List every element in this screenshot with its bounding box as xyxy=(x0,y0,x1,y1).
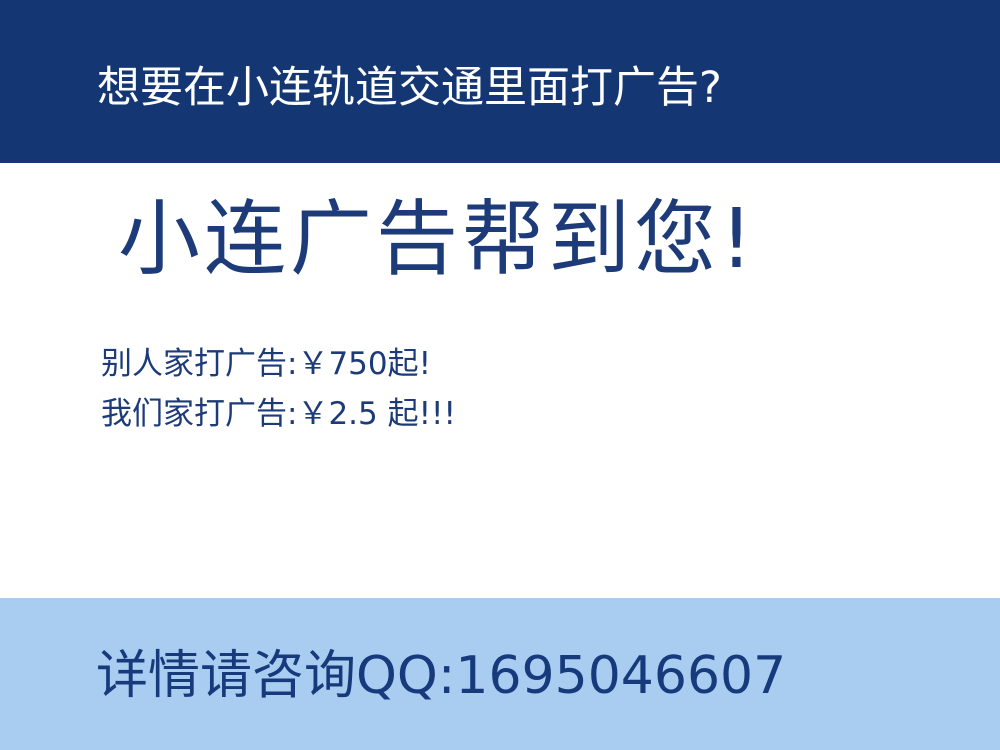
top-banner: 想要在小连轨道交通里面打广告? xyxy=(0,0,1000,163)
price-comparison: 别人家打广告:￥750起! 我们家打广告:￥2.5 起!!! xyxy=(101,339,456,439)
advertisement-page: 想要在小连轨道交通里面打广告? 小连广告帮到您! 别人家打广告:￥750起! 我… xyxy=(0,0,1000,750)
competitor-price-line: 别人家打广告:￥750起! xyxy=(101,346,432,382)
our-price-line: 我们家打广告:￥2.5 起!!! xyxy=(101,396,456,432)
main-headline: 小连广告帮到您! xyxy=(118,192,757,287)
bottom-banner: 详情请咨询QQ:1695046607 xyxy=(0,598,1000,750)
top-banner-question: 想要在小连轨道交通里面打广告? xyxy=(97,63,722,113)
contact-qq: 详情请咨询QQ:1695046607 xyxy=(96,646,787,706)
